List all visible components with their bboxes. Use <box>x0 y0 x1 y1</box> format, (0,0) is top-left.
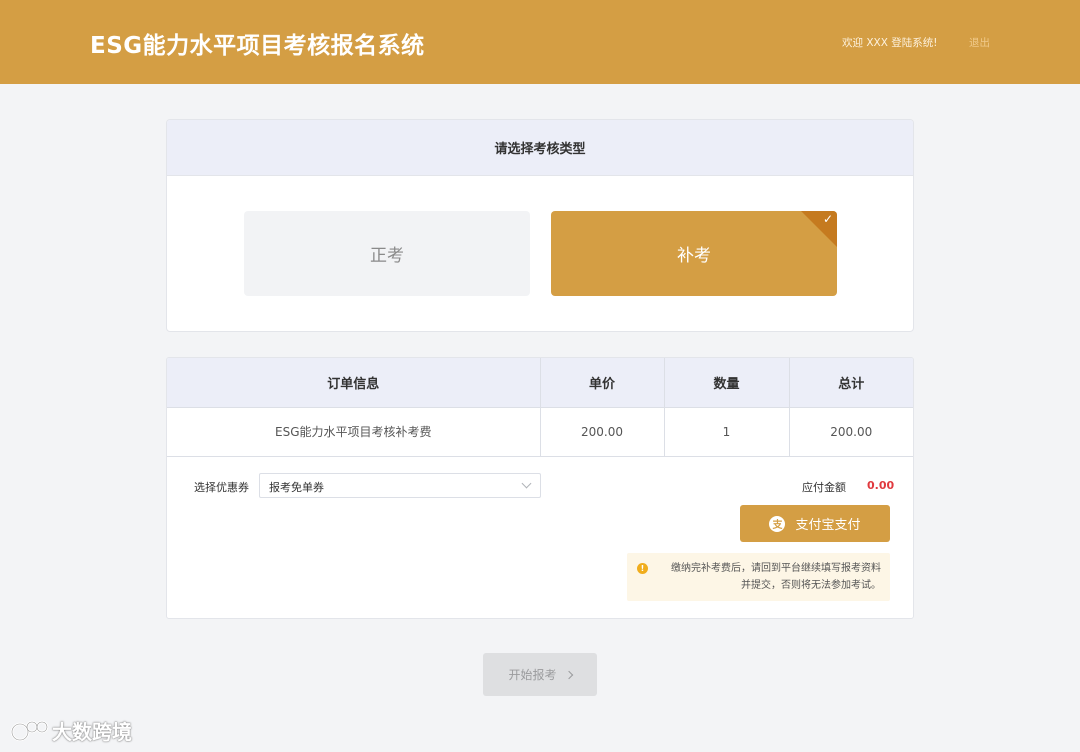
pay-button-label: 支付宝支付 <box>795 518 861 533</box>
order-card: 订单信息 单价 数量 总计 ESG能力水平项目考核补考费 200.00 1 20… <box>166 357 914 619</box>
amount-due-value: 0.00 <box>867 479 895 492</box>
coupon-select[interactable]: 报考免单券 <box>259 473 541 498</box>
exam-type-card: 请选择考核类型 正考 补考 ✓ <box>166 119 914 332</box>
exam-type-makeup-label: 补考 <box>677 246 711 266</box>
order-item-quantity: 1 <box>664 407 790 457</box>
alipay-icon: 支 <box>769 515 786 532</box>
welcome-text: 欢迎 XXX 登陆系统! <box>842 37 938 49</box>
amount-due-label: 应付金额 <box>802 481 846 494</box>
chevron-down-icon <box>521 478 532 489</box>
chevron-right-icon <box>564 670 573 679</box>
order-table: 订单信息 单价 数量 总计 ESG能力水平项目考核补考费 200.00 1 20… <box>167 358 913 457</box>
table-row: ESG能力水平项目考核补考费 200.00 1 200.00 <box>167 407 913 457</box>
warning-icon: ! <box>637 563 648 574</box>
exam-type-heading: 请选择考核类型 <box>167 120 913 176</box>
notice-text: 缴纳完补考费后，请回到平台继续填写报考资料 并提交，否则将无法参加考试。 <box>651 560 881 594</box>
exam-type-regular-label: 正考 <box>370 246 404 266</box>
notice-line-1: 缴纳完补考费后，请回到平台继续填写报考资料 <box>671 563 881 574</box>
start-button-label: 开始报考 <box>508 668 557 682</box>
order-item-price: 200.00 <box>540 407 665 457</box>
watermark-text: 大数跨境 <box>52 720 132 744</box>
coupon-selected-value: 报考免单券 <box>269 481 324 494</box>
top-bar: ESG能力水平项目考核报名系统 欢迎 XXX 登陆系统! 退出 <box>0 0 1080 84</box>
order-item-name: ESG能力水平项目考核补考费 <box>167 407 541 457</box>
watermark: 大数跨境 <box>10 716 132 745</box>
order-table-header: 订单信息 单价 数量 总计 <box>167 358 913 408</box>
alipay-pay-button[interactable]: 支 支付宝支付 <box>740 505 890 542</box>
start-registration-button[interactable]: 开始报考 <box>483 653 597 696</box>
app-title: ESG能力水平项目考核报名系统 <box>90 33 425 59</box>
check-icon: ✓ <box>822 212 833 226</box>
column-header-total: 总计 <box>789 358 913 408</box>
payment-notice: ! 缴纳完补考费后，请回到平台继续填写报考资料 并提交，否则将无法参加考试。 <box>627 553 890 601</box>
exam-type-makeup-option[interactable]: 补考 ✓ <box>551 211 837 296</box>
order-item-total: 200.00 <box>789 407 913 457</box>
coupon-label: 选择优惠券 <box>194 481 249 494</box>
notice-line-2: 并提交，否则将无法参加考试。 <box>741 580 881 591</box>
column-header-order-info: 订单信息 <box>167 358 541 408</box>
exam-type-regular-option[interactable]: 正考 <box>244 211 530 296</box>
watermark-logo-icon <box>10 717 50 745</box>
column-header-quantity: 数量 <box>664 358 790 408</box>
logout-link[interactable]: 退出 <box>969 35 990 50</box>
column-header-unit-price: 单价 <box>540 358 665 408</box>
